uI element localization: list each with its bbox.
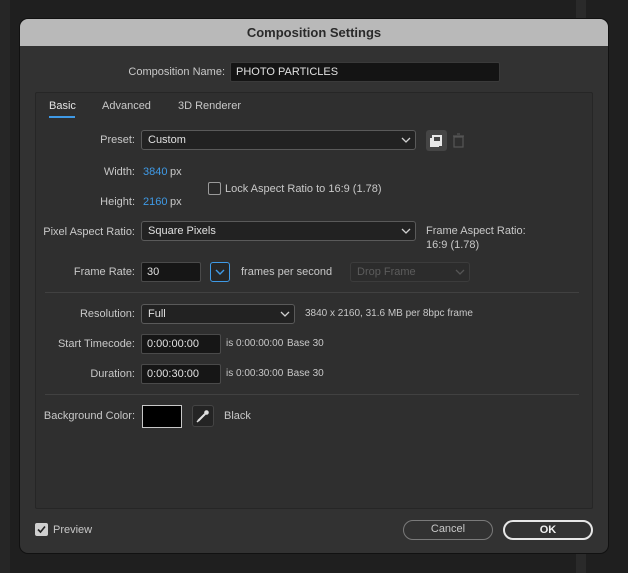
preset-value: Custom [148,134,186,146]
delete-preset-button[interactable] [448,130,469,151]
tab-3d-renderer[interactable]: 3D Renderer [178,100,241,112]
width-value[interactable]: 3840 [143,166,167,178]
composition-name-input[interactable]: PHOTO PARTICLES [230,62,500,82]
cancel-button[interactable]: Cancel [403,520,493,540]
chevron-down-icon [401,228,411,234]
duration-base: Base 30 [287,368,324,379]
checkmark-icon [37,525,46,534]
start-timecode-is: is 0:00:00:00 [226,338,284,349]
chevron-down-icon [215,269,225,275]
background-color-swatch[interactable] [142,405,182,428]
background-color-name: Black [224,410,251,422]
start-timecode-input[interactable]: 0:00:00:00 [141,334,221,354]
dialog-title: Composition Settings [20,19,608,46]
preset-label: Preset: [100,134,135,146]
start-timecode-base: Base 30 [287,338,324,349]
preview-label: Preview [53,524,93,536]
drop-frame-value: Drop Frame [357,266,416,278]
width-unit: px [170,166,182,178]
tab-basic[interactable]: Basic [49,100,76,112]
height-value[interactable]: 2160 [143,196,167,208]
chevron-down-icon [455,269,465,275]
pixel-aspect-label: Pixel Aspect Ratio: [43,226,135,238]
duration-input[interactable]: 0:00:30:00 [141,364,221,384]
settings-panel [35,92,593,509]
background-color-label: Background Color: [43,410,135,422]
drop-frame-dropdown: Drop Frame [350,262,470,282]
section-divider [45,394,579,395]
frame-aspect-value: 16:9 (1.78) [426,239,480,251]
frame-rate-unit: frames per second [241,266,333,278]
tab-advanced[interactable]: Advanced [102,100,151,112]
lock-aspect-checkbox[interactable] [208,182,221,195]
preset-dropdown[interactable]: Custom [141,130,416,150]
pixel-aspect-value: Square Pixels [148,225,216,237]
save-preset-icon [430,135,442,147]
frame-rate-dropdown-button[interactable] [210,262,230,282]
duration-label: Duration: [90,368,135,380]
lock-aspect-label: Lock Aspect Ratio to 16:9 (1.78) [225,183,382,195]
frame-aspect-label: Frame Aspect Ratio: [426,225,526,237]
resolution-info: 3840 x 2160, 31.6 MB per 8bpc frame [305,308,473,319]
section-divider [45,292,579,293]
background-window-edge-left [0,0,10,573]
trash-icon [453,133,464,148]
active-tab-indicator [49,116,75,118]
pixel-aspect-dropdown[interactable]: Square Pixels [141,221,416,241]
resolution-value: Full [148,308,166,320]
resolution-label: Resolution: [79,308,135,320]
resolution-dropdown[interactable]: Full [141,304,295,324]
height-label: Height: [100,196,135,208]
chevron-down-icon [401,137,411,143]
composition-name-label: Composition Name: [128,66,225,78]
eyedropper-button[interactable] [192,405,214,427]
eyedropper-icon [196,410,209,423]
ok-button[interactable]: OK [503,520,593,540]
frame-rate-label: Frame Rate: [73,266,135,278]
save-preset-button[interactable] [426,130,447,151]
duration-is: is 0:00:30:00 [226,368,284,379]
preview-checkbox[interactable] [35,523,48,536]
frame-rate-input[interactable]: 30 [141,262,201,282]
composition-settings-dialog: Composition Settings Composition Name: P… [20,19,608,553]
width-label: Width: [103,166,135,178]
chevron-down-icon [280,311,290,317]
start-timecode-label: Start Timecode: [57,338,135,350]
height-unit: px [170,196,182,208]
